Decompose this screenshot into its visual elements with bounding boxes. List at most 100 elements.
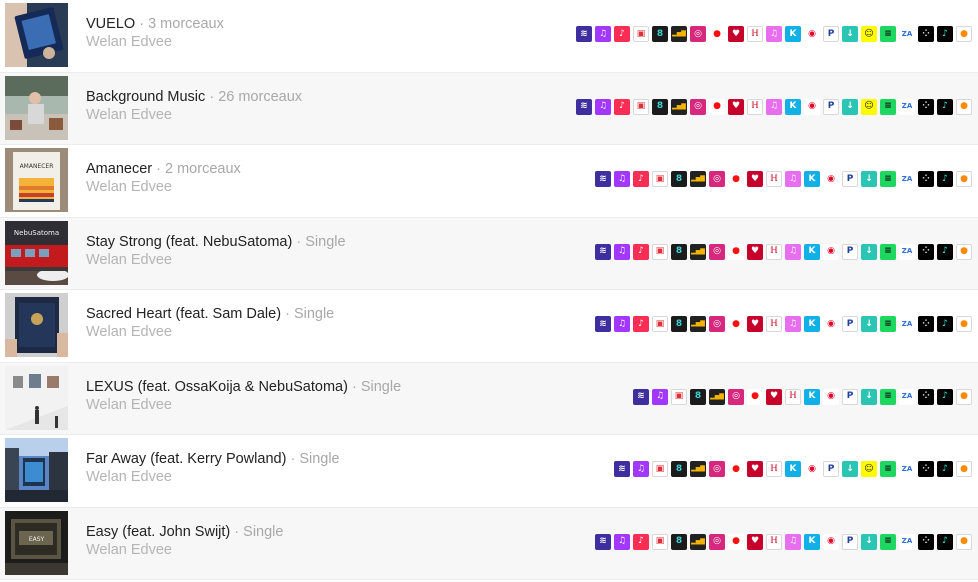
jiosaavn-icon[interactable]: ↓ — [861, 243, 877, 260]
tiktok-icon[interactable]: ♪ — [937, 461, 953, 477]
amazon-music-icon[interactable]: ≋ — [633, 388, 649, 405]
pandora-icon[interactable]: P — [842, 243, 858, 260]
boomplay-icon[interactable]: ● — [956, 243, 972, 260]
kkbox-eq-icon[interactable]: ℍ — [766, 243, 782, 260]
apple-music-icon[interactable]: ♪ — [633, 533, 649, 550]
release-row[interactable]: VUELO · 3 morceaux Welan Edvee ● ♪ ⁘ ZA ≡ ☺ ↓ P ◉ K… — [0, 0, 978, 73]
spotify-icon[interactable]: ≡ — [880, 388, 896, 405]
iheartradio-icon[interactable]: ♥ — [747, 243, 763, 260]
anghami-icon[interactable]: ZA — [899, 26, 915, 42]
release-title[interactable]: Far Away (feat. Kerry Powland) — [86, 451, 286, 467]
deezer-icon[interactable]: ♫ — [595, 26, 611, 42]
release-title[interactable]: Stay Strong (feat. NebuSatoma) — [86, 234, 292, 250]
spotify-icon[interactable]: ≡ — [880, 533, 896, 550]
deezer-icon[interactable]: ♫ — [652, 388, 668, 405]
youtube-music-icon[interactable]: ● — [728, 461, 744, 477]
amazon-music-icon[interactable]: ≋ — [595, 533, 611, 550]
netease-icon[interactable]: ◉ — [804, 461, 820, 477]
release-row[interactable]: Sacred Heart (feat. Sam Dale) · Single We… — [0, 290, 978, 363]
anghami-icon[interactable]: ZA — [899, 98, 915, 115]
spotify-icon[interactable]: ≡ — [880, 26, 896, 42]
tidal-beat-icon[interactable]: ▂▅▇ — [690, 243, 706, 260]
qobuz-tidal-icon[interactable]: ⁘ — [918, 243, 934, 260]
tiktok-icon[interactable]: ♪ — [937, 243, 953, 260]
napster-icon[interactable]: ▣ — [652, 171, 668, 187]
anghami-icon[interactable]: ZA — [899, 316, 915, 332]
qobuz-tidal-icon[interactable]: ⁘ — [918, 171, 934, 187]
anghami-icon[interactable]: ZA — [899, 388, 915, 405]
release-row[interactable]: EASY Easy (feat. John Swijt) · Single Wela… — [0, 507, 978, 580]
instagram-icon[interactable]: ◎ — [690, 26, 706, 42]
amazon-music-icon[interactable]: ≋ — [576, 98, 592, 115]
apple-music-icon[interactable]: ♪ — [633, 171, 649, 187]
amazon-music-icon[interactable]: ≋ — [576, 26, 592, 42]
instagram-icon[interactable]: ◎ — [690, 98, 706, 115]
qobuz-tidal-icon[interactable]: ⁘ — [918, 316, 934, 332]
snapchat-icon[interactable]: ☺ — [861, 98, 877, 115]
jiosaavn-icon[interactable]: ↓ — [861, 388, 877, 405]
amazon-music-icon[interactable]: ≋ — [614, 461, 630, 477]
napster-icon[interactable]: ▣ — [671, 388, 687, 405]
deezer-icon[interactable]: ♫ — [614, 533, 630, 550]
pandora-icon[interactable]: P — [823, 26, 839, 42]
youtube-music-icon[interactable]: ● — [709, 98, 725, 115]
deezer-icon[interactable]: ♫ — [614, 171, 630, 187]
jiosaavn-icon[interactable]: ↓ — [842, 98, 858, 115]
instagram-icon[interactable]: ◎ — [728, 388, 744, 405]
amazon-music-icon[interactable]: ≋ — [595, 171, 611, 187]
iheartradio-icon[interactable]: ♥ — [728, 98, 744, 115]
deezer-icon[interactable]: ♫ — [595, 98, 611, 115]
tidal-beat-icon[interactable]: ▂▅▇ — [671, 98, 687, 115]
youtube-music-icon[interactable]: ● — [747, 388, 763, 405]
kkbox-icon[interactable]: K — [804, 243, 820, 260]
deezer-icon[interactable]: ♫ — [614, 243, 630, 260]
snapchat-icon[interactable]: ☺ — [861, 461, 877, 477]
youtube-music-icon[interactable]: ● — [728, 316, 744, 332]
amazon-music-icon[interactable]: ≋ — [595, 316, 611, 332]
qobuz-tidal-icon[interactable]: ⁘ — [918, 388, 934, 405]
instagram-icon[interactable]: ◎ — [709, 461, 725, 477]
tiktok-icon[interactable]: ♪ — [937, 388, 953, 405]
tidal-beat-icon[interactable]: ▂▅▇ — [671, 26, 687, 42]
itunes-icon[interactable]: ♫ — [785, 243, 801, 260]
audiomack-icon[interactable]: 8 — [652, 98, 668, 115]
iheartradio-icon[interactable]: ♥ — [766, 388, 782, 405]
snapchat-icon[interactable]: ☺ — [861, 26, 877, 42]
napster-icon[interactable]: ▣ — [652, 533, 668, 550]
instagram-icon[interactable]: ◎ — [709, 316, 725, 332]
kkbox-eq-icon[interactable]: ℍ — [747, 26, 763, 42]
kkbox-eq-icon[interactable]: ℍ — [766, 533, 782, 550]
itunes-icon[interactable]: ♫ — [766, 98, 782, 115]
iheartradio-icon[interactable]: ♥ — [747, 171, 763, 187]
boomplay-icon[interactable]: ● — [956, 316, 972, 332]
netease-icon[interactable]: ◉ — [823, 243, 839, 260]
kkbox-icon[interactable]: K — [785, 461, 801, 477]
audiomack-icon[interactable]: 8 — [671, 461, 687, 477]
iheartradio-icon[interactable]: ♥ — [747, 461, 763, 477]
pandora-icon[interactable]: P — [842, 316, 858, 332]
youtube-music-icon[interactable]: ● — [728, 533, 744, 550]
jiosaavn-icon[interactable]: ↓ — [861, 533, 877, 550]
itunes-icon[interactable]: ♫ — [785, 316, 801, 332]
spotify-icon[interactable]: ≡ — [880, 316, 896, 332]
pandora-icon[interactable]: P — [842, 533, 858, 550]
apple-music-icon[interactable]: ♪ — [633, 243, 649, 260]
jiosaavn-icon[interactable]: ↓ — [861, 316, 877, 332]
tiktok-icon[interactable]: ♪ — [937, 98, 953, 115]
tiktok-icon[interactable]: ♪ — [937, 26, 953, 42]
deezer-icon[interactable]: ♫ — [614, 316, 630, 332]
deezer-icon[interactable]: ♫ — [633, 461, 649, 477]
apple-music-icon[interactable]: ♪ — [633, 316, 649, 332]
audiomack-icon[interactable]: 8 — [690, 388, 706, 405]
anghami-icon[interactable]: ZA — [899, 461, 915, 477]
boomplay-icon[interactable]: ● — [956, 171, 972, 187]
release-cover[interactable] — [5, 3, 68, 67]
boomplay-icon[interactable]: ● — [956, 388, 972, 405]
release-row[interactable]: NebuSatoma Stay Strong (feat. NebuSatoma)… — [0, 217, 978, 290]
kkbox-icon[interactable]: K — [804, 171, 820, 187]
napster-icon[interactable]: ▣ — [633, 26, 649, 42]
napster-icon[interactable]: ▣ — [652, 461, 668, 477]
release-row[interactable]: LEXUS (feat. OssaKoija & NebuSatoma) · S… — [0, 362, 978, 435]
apple-music-icon[interactable]: ♪ — [614, 26, 630, 42]
pandora-icon[interactable]: P — [823, 98, 839, 115]
